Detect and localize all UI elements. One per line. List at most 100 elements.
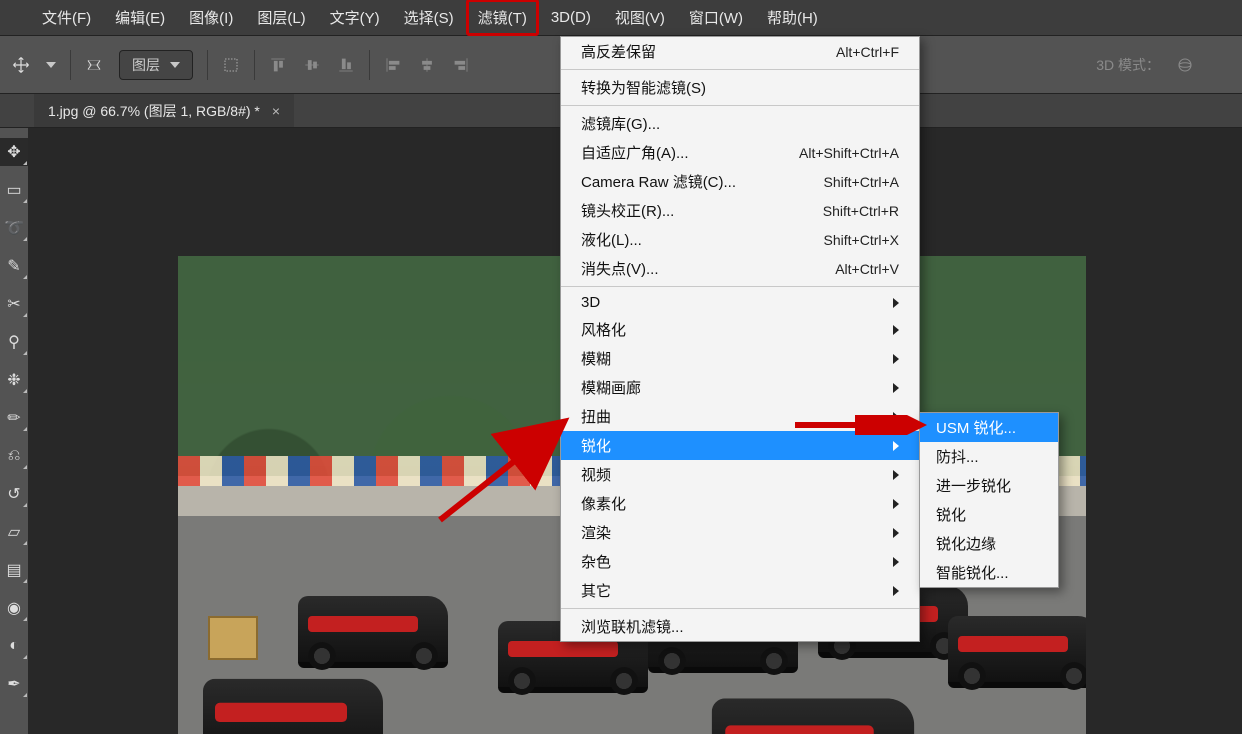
menu-item-vanishing-point[interactable]: 消失点(V)... Alt+Ctrl+V [561, 254, 919, 283]
align-bottom-icon[interactable] [329, 36, 363, 93]
menu-item-noise[interactable]: 杂色 [561, 547, 919, 576]
menu-item-label: 锐化边缘 [936, 533, 996, 554]
blur-tool-icon[interactable]: ◉ [0, 594, 28, 622]
menu-item-3d[interactable]: 3D [561, 290, 919, 315]
submenu-item-sharpen-more[interactable]: 进一步锐化 [920, 471, 1058, 500]
gradient-tool-icon[interactable]: ▤ [0, 556, 28, 584]
auto-select-label: 图层 [132, 55, 160, 75]
submenu-arrow-icon [893, 528, 899, 538]
menu-item-label: Camera Raw 滤镜(C)... [581, 171, 736, 192]
align-right-icon[interactable] [444, 36, 478, 93]
submenu-item-shake-reduction[interactable]: 防抖... [920, 442, 1058, 471]
menu-image[interactable]: 图像(I) [177, 0, 245, 36]
menu-item-liquify[interactable]: 液化(L)... Shift+Ctrl+X [561, 225, 919, 254]
eyedropper-tool-icon[interactable]: ⚲ [0, 328, 28, 356]
menu-filter[interactable]: 滤镜(T) [466, 0, 539, 36]
menu-item-label: 防抖... [936, 446, 979, 467]
separator [561, 105, 919, 106]
document-tab[interactable]: 1.jpg @ 66.7% (图层 1, RGB/8#) * × [34, 94, 294, 127]
menu-item-stylize[interactable]: 风格化 [561, 315, 919, 344]
submenu-arrow-icon [893, 325, 899, 335]
lasso-tool-icon[interactable]: ➰ [0, 214, 28, 242]
history-brush-tool-icon[interactable]: ↺ [0, 480, 28, 508]
align-top-icon[interactable] [261, 36, 295, 93]
separator [369, 50, 370, 80]
menu-item-other[interactable]: 其它 [561, 576, 919, 605]
menu-item-shortcut: Shift+Ctrl+A [824, 174, 899, 190]
auto-select-target[interactable]: 图层 [111, 36, 201, 93]
submenu-item-smart-sharpen[interactable]: 智能锐化... [920, 558, 1058, 587]
menu-item-label: 转换为智能滤镜(S) [581, 77, 706, 98]
menu-file[interactable]: 文件(F) [30, 0, 103, 36]
menu-bar: 文件(F) 编辑(E) 图像(I) 图层(L) 文字(Y) 选择(S) 滤镜(T… [0, 0, 1242, 36]
menu-item-browse-online[interactable]: 浏览联机滤镜... [561, 612, 919, 641]
menu-select[interactable]: 选择(S) [392, 0, 466, 36]
brush-tool-icon[interactable]: ✏ [0, 404, 28, 432]
pen-tool-icon[interactable]: ✒ [0, 670, 28, 698]
dodge-tool-icon[interactable]: ◐ [0, 632, 28, 660]
mode-3d-label: 3D 模式： [1088, 36, 1168, 93]
align-left-icon[interactable] [376, 36, 410, 93]
menu-layer[interactable]: 图层(L) [245, 0, 317, 36]
mode-3d-icon[interactable] [1168, 36, 1202, 93]
separator [561, 608, 919, 609]
menu-item-pixelate[interactable]: 像素化 [561, 489, 919, 518]
menu-item-lens-correction[interactable]: 镜头校正(R)... Shift+Ctrl+R [561, 196, 919, 225]
menu-item-label: 镜头校正(R)... [581, 200, 674, 221]
menu-item-label: USM 锐化... [936, 417, 1016, 438]
separator [70, 50, 71, 80]
menu-item-shortcut: Shift+Ctrl+X [824, 232, 899, 248]
menu-view[interactable]: 视图(V) [603, 0, 677, 36]
menu-item-distort[interactable]: 扭曲 [561, 402, 919, 431]
spot-heal-tool-icon[interactable]: ❉ [0, 366, 28, 394]
document-tab-title: 1.jpg @ 66.7% (图层 1, RGB/8#) * [48, 101, 260, 121]
menu-item-sharpen[interactable]: 锐化 [561, 431, 919, 460]
submenu-arrow-icon [893, 586, 899, 596]
menu-edit[interactable]: 编辑(E) [103, 0, 177, 36]
menu-item-adaptive-wide-angle[interactable]: 自适应广角(A)... Alt+Shift+Ctrl+A [561, 138, 919, 167]
menu-item-label: 像素化 [581, 493, 626, 514]
menu-item-blur[interactable]: 模糊 [561, 344, 919, 373]
crop-tool-icon[interactable]: ✂ [0, 290, 28, 318]
clone-stamp-tool-icon[interactable]: ⎌ [0, 442, 28, 470]
separator [254, 50, 255, 80]
move-tool-icon[interactable] [4, 36, 38, 93]
menu-3d[interactable]: 3D(D) [539, 1, 603, 34]
menu-item-label: 风格化 [581, 319, 626, 340]
close-icon[interactable]: × [272, 103, 280, 119]
submenu-item-usm-sharpen[interactable]: USM 锐化... [920, 413, 1058, 442]
menu-item-label: 高反差保留 [581, 41, 656, 62]
submenu-arrow-icon [893, 499, 899, 509]
quick-select-tool-icon[interactable]: ✎ [0, 252, 28, 280]
menu-item-label: 渲染 [581, 522, 611, 543]
submenu-item-sharpen[interactable]: 锐化 [920, 500, 1058, 529]
tool-preset-caret[interactable] [38, 36, 64, 93]
tools-panel: ✥ ▭ ➰ ✎ ✂ ⚲ ❉ ✏ ⎌ ↺ ▱ ▤ ◉ ◐ ✒ [0, 128, 28, 698]
menu-item-camera-raw[interactable]: Camera Raw 滤镜(C)... Shift+Ctrl+A [561, 167, 919, 196]
marquee-tool-icon[interactable]: ▭ [0, 176, 28, 204]
align-hcenter-icon[interactable] [410, 36, 444, 93]
menu-item-label: 扭曲 [581, 406, 611, 427]
transform-controls-icon[interactable] [214, 36, 248, 93]
menu-item-last-filter[interactable]: 高反差保留 Alt+Ctrl+F [561, 37, 919, 66]
auto-select-icon[interactable] [77, 36, 111, 93]
menu-item-blur-gallery[interactable]: 模糊画廊 [561, 373, 919, 402]
menu-item-convert-smart-filter[interactable]: 转换为智能滤镜(S) [561, 73, 919, 102]
align-vcenter-icon[interactable] [295, 36, 329, 93]
menu-item-render[interactable]: 渲染 [561, 518, 919, 547]
menu-item-label: 锐化 [936, 504, 966, 525]
menu-type[interactable]: 文字(Y) [318, 0, 392, 36]
menu-item-label: 视频 [581, 464, 611, 485]
menu-item-video[interactable]: 视频 [561, 460, 919, 489]
separator [207, 50, 208, 80]
menu-help[interactable]: 帮助(H) [755, 0, 830, 36]
menu-item-label: 滤镜库(G)... [581, 113, 660, 134]
eraser-tool-icon[interactable]: ▱ [0, 518, 28, 546]
menu-item-label: 杂色 [581, 551, 611, 572]
move-tool-icon[interactable]: ✥ [0, 138, 28, 166]
menu-item-label: 进一步锐化 [936, 475, 1011, 496]
submenu-arrow-icon [893, 470, 899, 480]
menu-item-filter-gallery[interactable]: 滤镜库(G)... [561, 109, 919, 138]
submenu-item-sharpen-edges[interactable]: 锐化边缘 [920, 529, 1058, 558]
menu-window[interactable]: 窗口(W) [677, 0, 755, 36]
